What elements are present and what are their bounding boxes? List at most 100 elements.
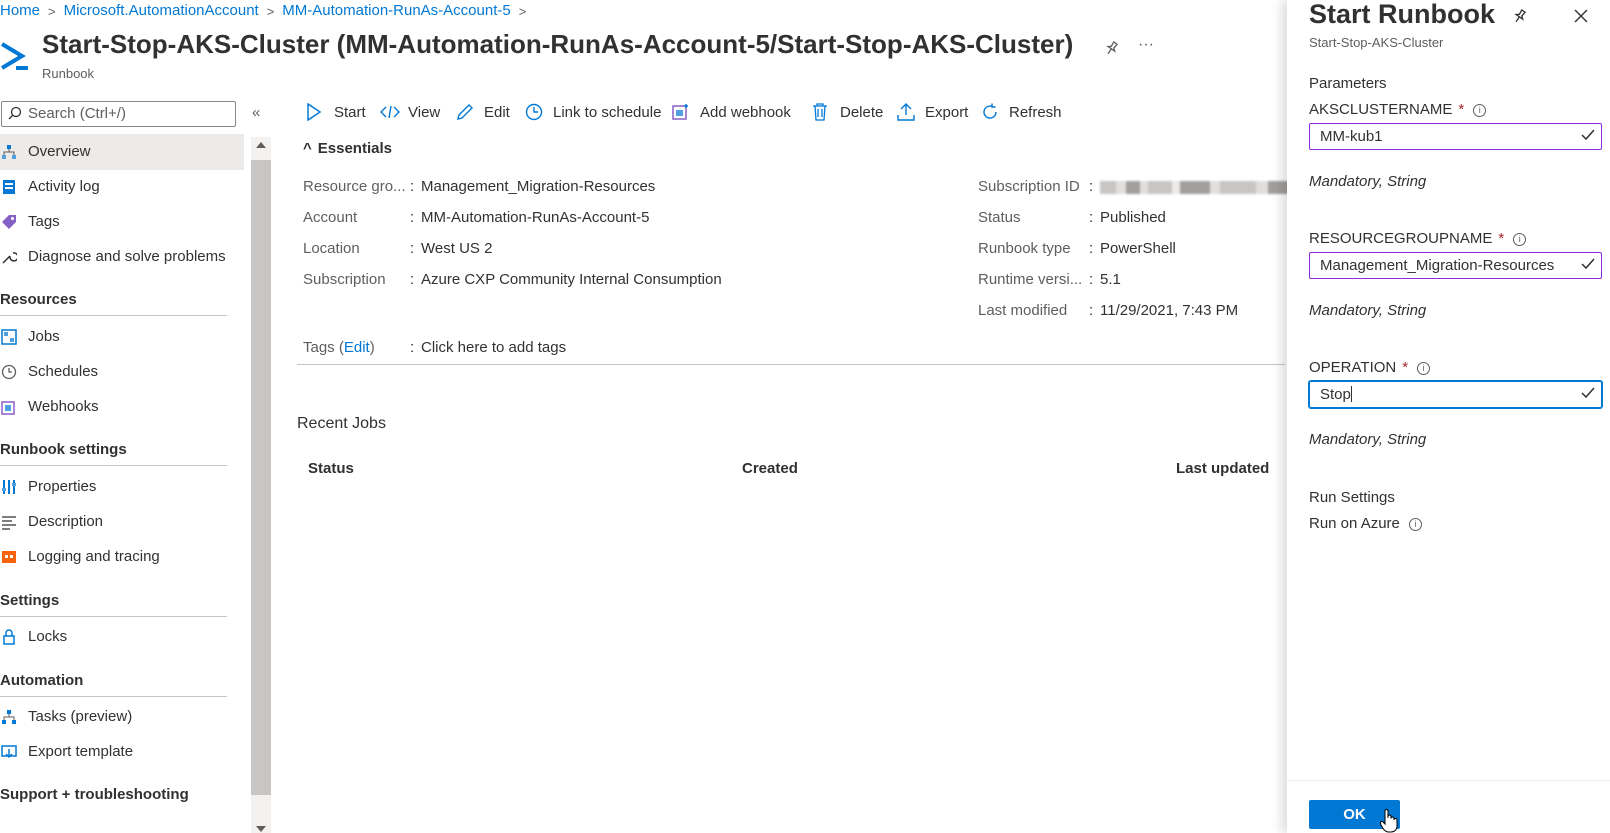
param-label-resourcegroupname: RESOURCEGROUPNAME * i <box>1309 230 1527 247</box>
jobs-icon <box>1 329 17 345</box>
toolbar-label: Start <box>334 104 366 121</box>
resourcegroupname-input[interactable]: Management_Migration-Resources <box>1309 252 1602 279</box>
sidebar-item-label: Tasks (preview) <box>28 708 133 725</box>
param-name: RESOURCEGROUPNAME <box>1309 230 1493 247</box>
colon: : <box>410 209 415 226</box>
column-header-status[interactable]: Status <box>308 460 354 477</box>
sidebar-item-tasks[interactable]: Tasks (preview) <box>0 699 244 735</box>
chevron-up-icon: ^ <box>303 140 312 157</box>
sidebar-section-resources: Resources <box>0 291 77 308</box>
essentials-key: Runtime versi... <box>978 271 1083 288</box>
divider <box>297 364 1285 365</box>
sidebar: Overview Activity log Tags Diagnose and … <box>0 134 244 833</box>
divider <box>0 696 227 697</box>
parameters-heading: Parameters <box>1309 75 1387 92</box>
chevron-right-icon: > <box>518 3 527 19</box>
page-title: Start-Stop-AKS-Cluster (MM-Automation-Ru… <box>42 29 1074 59</box>
close-icon[interactable] <box>1574 9 1588 23</box>
aksclustername-input[interactable]: MM-kub1 <box>1309 123 1602 150</box>
runtime-version-value: 5.1 <box>1100 271 1121 288</box>
sidebar-item-label: Overview <box>28 143 91 160</box>
info-icon[interactable]: i <box>1408 517 1422 531</box>
resource-group-link[interactable]: Management_Migration-Resources <box>421 178 655 195</box>
export-template-icon <box>1 745 17 759</box>
input-value: Stop <box>1320 386 1351 403</box>
toolbar-label: Add webhook <box>700 104 791 121</box>
column-header-created[interactable]: Created <box>742 460 798 477</box>
clock-icon <box>1 364 17 380</box>
sidebar-item-jobs[interactable]: Jobs <box>0 319 244 355</box>
info-icon[interactable]: i <box>1417 361 1431 375</box>
subscription-link[interactable]: Azure CXP Community Internal Consumption <box>421 271 722 288</box>
param-label-operation: OPERATION * i <box>1309 359 1431 376</box>
wrench-icon <box>2 252 17 264</box>
edit-tags-link[interactable]: Edit <box>344 339 370 356</box>
essentials-key: Last modified <box>978 302 1068 319</box>
sidebar-item-label: Export template <box>28 743 134 760</box>
sidebar-item-logging[interactable]: Logging and tracing <box>0 539 244 575</box>
essentials-key: Resource gro... <box>303 178 406 195</box>
runbook-type-value: PowerShell <box>1100 240 1176 257</box>
param-name: OPERATION <box>1309 359 1397 376</box>
activity-log-icon <box>3 180 15 194</box>
more-options-icon[interactable]: ··· <box>1138 36 1154 54</box>
colon: : <box>410 178 415 195</box>
param-note: Mandatory, String <box>1309 173 1427 190</box>
checkmark-icon <box>1581 129 1595 141</box>
breadcrumb-home[interactable]: Home <box>0 2 40 19</box>
panel-subtitle: Start-Stop-AKS-Cluster <box>1309 35 1444 50</box>
status-value: Published <box>1100 209 1166 226</box>
sidebar-item-activity-log[interactable]: Activity log <box>0 169 244 205</box>
tags-label: Tags <box>303 339 335 356</box>
sidebar-item-overview[interactable]: Overview <box>0 134 244 170</box>
sidebar-item-label: Webhooks <box>28 398 99 415</box>
colon: : <box>1089 302 1094 319</box>
operation-input[interactable]: Stop <box>1308 380 1603 409</box>
sidebar-item-label: Tags <box>28 213 60 230</box>
scrollbar-thumb[interactable] <box>251 160 271 795</box>
clock-icon <box>525 103 543 121</box>
info-icon[interactable]: i <box>1513 232 1527 246</box>
info-icon[interactable]: i <box>1473 103 1487 117</box>
colon: : <box>1089 209 1094 226</box>
sidebar-item-diagnose[interactable]: Diagnose and solve problems <box>0 239 244 275</box>
tasks-icon <box>2 710 16 724</box>
chevron-right-icon: > <box>48 3 56 19</box>
scroll-down-icon[interactable] <box>256 826 266 832</box>
sidebar-item-description[interactable]: Description <box>0 504 244 540</box>
toolbar-label: Link to schedule <box>553 104 662 121</box>
column-header-last-updated[interactable]: Last updated <box>1176 460 1269 477</box>
divider <box>0 465 227 466</box>
scroll-up-icon[interactable] <box>256 142 266 148</box>
colon: : <box>1089 240 1094 257</box>
breadcrumb-automation-account[interactable]: MM-Automation-RunAs-Account-5 <box>282 2 510 19</box>
sidebar-item-export-template[interactable]: Export template <box>0 734 244 770</box>
sidebar-item-tags[interactable]: Tags <box>0 204 244 240</box>
chevron-right-icon: > <box>266 3 275 19</box>
sidebar-item-schedules[interactable]: Schedules <box>0 354 244 390</box>
properties-icon <box>2 480 16 494</box>
breadcrumb-automation-account-type[interactable]: Microsoft.AutomationAccount <box>64 2 259 19</box>
search-input[interactable]: Search (Ctrl+/) <box>1 101 236 127</box>
toolbar-label: Delete <box>840 104 884 121</box>
last-modified-value: 11/29/2021, 7:43 PM <box>1100 302 1239 319</box>
divider <box>0 315 227 316</box>
pin-icon[interactable] <box>1512 8 1528 24</box>
tag-icon <box>2 215 16 229</box>
essentials-key: Subscription ID <box>978 178 1080 195</box>
panel-title: Start Runbook <box>1309 0 1495 29</box>
run-on-value: Run on Azure <box>1309 515 1400 532</box>
sidebar-item-locks[interactable]: Locks <box>0 619 244 655</box>
collapse-sidebar-button[interactable]: « <box>252 104 260 121</box>
sidebar-section-automation: Automation <box>0 672 84 689</box>
sidebar-item-properties[interactable]: Properties <box>0 469 244 505</box>
sidebar-item-label: Schedules <box>28 363 99 380</box>
add-tags-link[interactable]: Click here to add tags <box>421 339 566 356</box>
pin-icon[interactable] <box>1104 40 1120 56</box>
sidebar-item-webhooks[interactable]: Webhooks <box>0 389 244 425</box>
tags-key: Tags (Edit) <box>303 339 375 356</box>
essentials-toggle[interactable]: ^ Essentials <box>303 140 392 157</box>
sidebar-item-label: Diagnose and solve problems <box>28 248 226 265</box>
upload-icon <box>897 103 915 121</box>
sidebar-scrollbar[interactable] <box>251 137 271 833</box>
